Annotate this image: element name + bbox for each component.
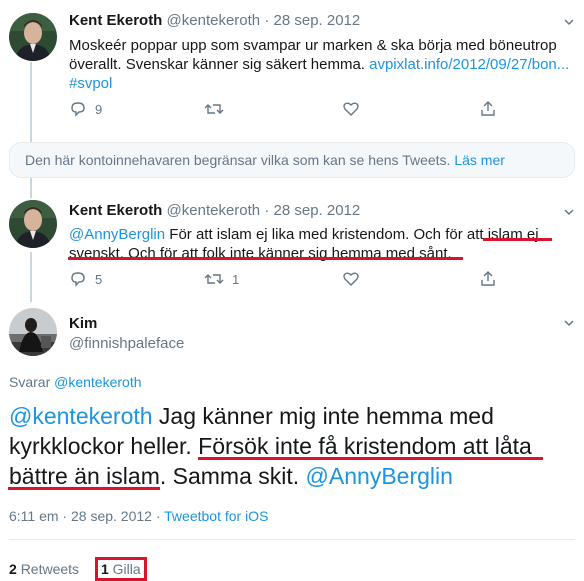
tweet-text-line: Jag känner mig inte hemma med: [152, 403, 494, 429]
chevron-down-icon[interactable]: [564, 17, 574, 27]
like-button[interactable]: [342, 270, 479, 288]
tweet-date[interactable]: 28 sep. 2012: [274, 202, 361, 219]
reply-count: 5: [95, 271, 103, 287]
divider: [9, 539, 575, 540]
tweet-text-line: Moskeér poppar upp som svampar ur marken…: [69, 37, 557, 54]
retweets-label: Retweets: [20, 561, 80, 577]
retweet-button[interactable]: 1: [204, 270, 342, 288]
likes-label: Gilla: [112, 561, 141, 577]
avatar[interactable]: [9, 308, 57, 356]
retweet-count: 1: [232, 271, 240, 287]
mention-link[interactable]: @AnnyBerglin: [306, 463, 453, 489]
tweet-actions: 9: [69, 100, 497, 118]
like-button[interactable]: [342, 100, 479, 118]
chevron-down-icon[interactable]: [564, 318, 574, 328]
tweet-text-line: bättre än islam. Samma skit.: [9, 463, 306, 489]
thread-line: [30, 62, 32, 142]
retweet-icon: [204, 104, 224, 114]
mention-link[interactable]: @kentekeroth: [9, 403, 153, 429]
author-handle[interactable]: @finnishpaleface: [69, 335, 184, 352]
author-name[interactable]: Kent Ekeroth: [69, 202, 162, 219]
share-button[interactable]: [479, 100, 497, 118]
tweet-header: Kim @finnishpaleface: [69, 315, 184, 352]
author-name[interactable]: Kent Ekeroth: [69, 12, 162, 29]
chevron-down-icon[interactable]: [564, 207, 574, 217]
author-handle[interactable]: @kentekeroth: [167, 202, 261, 219]
share-icon: [481, 271, 495, 286]
avatar[interactable]: [9, 200, 57, 248]
tweet-text-line: svenskt. Och för att folk inte känner si…: [69, 245, 452, 262]
thread-line: [30, 178, 32, 198]
like-icon: [343, 102, 359, 116]
reply-icon: [71, 102, 85, 117]
retweet-button[interactable]: [204, 100, 342, 118]
reply-button[interactable]: 9: [69, 100, 204, 118]
share-button[interactable]: [479, 270, 497, 288]
likes-count: 1: [100, 561, 109, 577]
retweet-icon: [204, 274, 224, 284]
tweet-timestamp: 6:11 em · 28 sep. 2012 · Tweetbot for iO…: [9, 508, 268, 524]
highlight-underline: [483, 238, 552, 241]
tweet-date[interactable]: 28 sep. 2012: [274, 12, 361, 29]
mention-link[interactable]: @AnnyBerglin: [69, 226, 165, 243]
tweet-text: @kentekeroth Jag känner mig inte hemma m…: [9, 401, 569, 491]
tweet-text: Moskeér poppar upp som svampar ur marken…: [69, 36, 574, 93]
highlight-underline: [68, 257, 463, 260]
like-icon: [343, 272, 359, 286]
tweet-actions: 5 1: [69, 270, 497, 288]
highlight-underline: [198, 457, 543, 460]
author-name[interactable]: Kim: [69, 315, 184, 332]
highlight-underline: [8, 487, 160, 490]
likes-stat[interactable]: 1 Gilla: [94, 557, 147, 581]
replying-to: Svarar @kentekeroth: [9, 374, 142, 390]
thread-line: [30, 252, 32, 302]
retweets-stat[interactable]: 2 Retweets: [9, 561, 79, 577]
replying-to-link[interactable]: @kentekeroth: [54, 374, 141, 390]
client-link[interactable]: Tweetbot for iOS: [164, 508, 268, 524]
author-handle[interactable]: @kentekeroth: [167, 12, 261, 29]
notice-text: Den här kontoinnehavaren begränsar vilka…: [25, 152, 451, 168]
learn-more-link[interactable]: Läs mer: [454, 152, 505, 168]
restricted-notice: Den här kontoinnehavaren begränsar vilka…: [9, 142, 575, 178]
hashtag-link[interactable]: #svpol: [69, 74, 574, 93]
tweet-text-line: överallt. Svenskar känner sig säkert hem…: [69, 56, 370, 73]
tweet-header: Kent Ekeroth @kentekeroth · 28 sep. 2012: [69, 12, 361, 29]
reply-button[interactable]: 5: [69, 270, 204, 288]
reply-count: 9: [95, 101, 103, 117]
tweet-header: Kent Ekeroth @kentekeroth · 28 sep. 2012: [69, 202, 361, 219]
reply-icon: [71, 272, 85, 287]
share-icon: [481, 101, 495, 116]
avatar[interactable]: [9, 13, 57, 61]
tweet-link[interactable]: avpixlat.info/2012/09/27/bon...: [369, 56, 569, 73]
tweet-stats: 2 Retweets 1 Gilla: [9, 557, 147, 581]
replying-prefix: Svarar: [9, 374, 55, 390]
retweets-count: 2: [9, 561, 17, 577]
time-date[interactable]: 6:11 em · 28 sep. 2012 ·: [9, 508, 164, 524]
